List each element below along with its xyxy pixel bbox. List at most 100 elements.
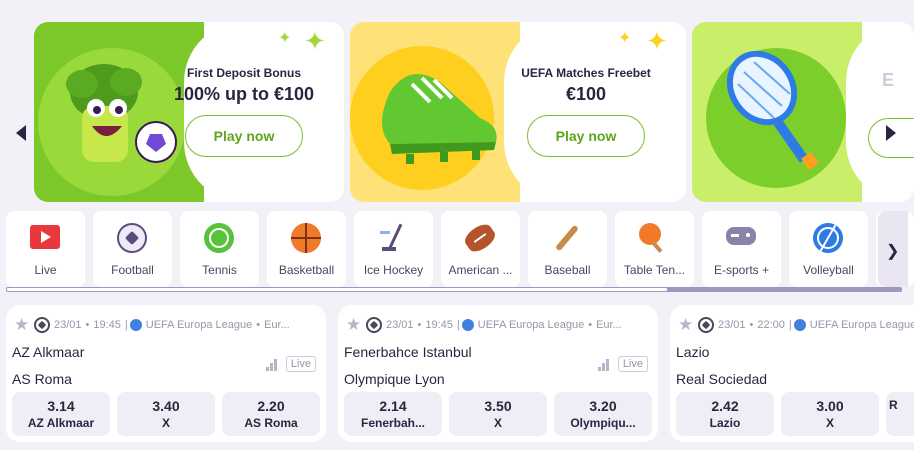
match-header: ★ 23/01 • 19:45 | UEFA Europa League • Eur...	[14, 315, 290, 335]
category-live[interactable]: Live	[6, 211, 85, 287]
odds-label: X	[161, 416, 170, 430]
match-header: ★ 23/01 • 19:45 | UEFA Europa League • Eur...	[346, 315, 622, 335]
football-boot-icon	[350, 22, 520, 202]
category-table-tennis[interactable]: Table Ten...	[615, 211, 694, 287]
match-card[interactable]: ★ 23/01 • 19:45 | UEFA Europa League • Eur... A…	[6, 305, 326, 442]
league-name: UEFA Europa League	[477, 319, 585, 331]
odds-value: 2.42	[711, 398, 739, 414]
odds-button-away[interactable]: 3.20 Olympiqu...	[554, 392, 652, 436]
category-label: Volleyball	[803, 263, 854, 277]
odds-value: 3.20	[589, 398, 617, 414]
odds-label: Olympiqu...	[570, 416, 636, 430]
odds-button-draw[interactable]: 3.00 X	[781, 392, 879, 436]
odds-label: X	[825, 416, 834, 430]
ice-hockey-stick-icon	[378, 223, 408, 253]
category-football[interactable]: Football	[93, 211, 172, 287]
category-label: E-sports +	[713, 263, 770, 277]
sparkle-icon: ✦	[618, 30, 632, 47]
category-scrollbar-thumb[interactable]	[6, 287, 668, 292]
away-team: AS Roma	[12, 371, 72, 387]
stats-icon[interactable]	[598, 359, 610, 371]
chevron-right-icon: ❯	[886, 243, 900, 260]
odds-button-draw[interactable]: 3.50 X	[449, 392, 547, 436]
category-baseball[interactable]: Baseball	[528, 211, 607, 287]
odds-label: Fenerbah...	[360, 416, 425, 430]
odds-button-away[interactable]: R	[886, 392, 914, 436]
match-cards: ★ 23/01 • 19:45 | UEFA Europa League • Eur... A…	[0, 305, 914, 445]
promo-title: E	[881, 70, 894, 90]
match-header: ★ 23/01 • 22:00 | UEFA Europa League	[678, 315, 914, 335]
live-play-icon	[30, 225, 60, 249]
sport-category-bar: Live Football Tennis Basketball Ice Hock…	[6, 211, 914, 289]
match-date: 23/01	[718, 319, 746, 331]
carousel-prev-icon[interactable]	[16, 125, 26, 141]
sparkle-icon: ✦	[278, 30, 292, 47]
category-label: Ice Hockey	[363, 263, 424, 277]
category-label: Tennis	[202, 263, 237, 277]
category-basketball[interactable]: Basketball	[267, 211, 346, 287]
play-now-button[interactable]: Play now	[527, 115, 645, 157]
category-label: American ...	[448, 263, 513, 277]
match-time: 22:00	[757, 319, 785, 331]
away-team: Olympique Lyon	[344, 371, 445, 387]
match-card[interactable]: ★ 23/01 • 22:00 | UEFA Europa League Lazio Re…	[670, 305, 914, 442]
carousel-next-icon[interactable]	[886, 125, 896, 141]
odds-label: R	[889, 398, 898, 412]
promo-card-tennis[interactable]: E	[692, 22, 914, 202]
home-team: Fenerbahce Istanbul	[344, 344, 472, 360]
gamepad-icon	[726, 227, 756, 245]
promo-card-uefa-freebet[interactable]: ✦ ✦ UEFA Matches Freebet €100 Play now	[350, 22, 686, 202]
globe-icon	[129, 319, 142, 331]
promo-title: First Deposit Bonus	[186, 66, 301, 80]
category-label: Basketball	[278, 263, 335, 277]
away-team: Real Sociedad	[676, 371, 768, 387]
match-date: 23/01	[386, 319, 414, 331]
sparkle-icon: ✦	[304, 26, 326, 56]
american-football-icon	[461, 220, 499, 256]
volleyball-icon	[813, 223, 843, 253]
league-name: UEFA Europa League	[809, 319, 914, 331]
odds-value: 3.50	[484, 398, 512, 414]
odds-label: X	[493, 416, 502, 430]
favorite-star-icon[interactable]: ★	[678, 315, 696, 335]
promo-carousel: ✦ ✦ First Deposit Bonus 100% up to €100 …	[0, 22, 914, 202]
league-extra: Eur...	[264, 319, 290, 331]
league-extra: Eur...	[596, 319, 622, 331]
football-icon	[698, 317, 714, 333]
globe-icon	[793, 319, 806, 331]
odds-button-home[interactable]: 2.42 Lazio	[676, 392, 774, 436]
category-volleyball[interactable]: Volleyball	[789, 211, 868, 287]
stats-icon[interactable]	[266, 359, 278, 371]
odds-value: 2.20	[257, 398, 285, 414]
match-card[interactable]: ★ 23/01 • 19:45 | UEFA Europa League • Eur... F…	[338, 305, 658, 442]
odds-button-draw[interactable]: 3.40 X	[117, 392, 215, 436]
odds-button-home[interactable]: 3.14 AZ Alkmaar	[12, 392, 110, 436]
category-label: Baseball	[544, 263, 591, 277]
live-badge: Live	[285, 356, 316, 372]
favorite-star-icon[interactable]: ★	[346, 315, 364, 335]
odds-button-away[interactable]: 2.20 AS Roma	[222, 392, 320, 436]
odds-button-home[interactable]: 2.14 Fenerbah...	[344, 392, 442, 436]
match-time: 19:45	[93, 319, 121, 331]
category-next-button[interactable]: ❯	[878, 211, 908, 287]
odds-value: 3.14	[47, 398, 75, 414]
table-tennis-icon	[639, 223, 663, 253]
home-team: AZ Alkmaar	[12, 344, 85, 360]
category-esports[interactable]: E-sports +	[702, 211, 781, 287]
tennis-ball-icon	[204, 223, 234, 253]
category-label: Table Ten...	[623, 263, 686, 277]
promo-amount: 100% up to €100	[173, 84, 315, 104]
play-now-button[interactable]: Play now	[185, 115, 303, 157]
home-team: Lazio	[676, 344, 710, 360]
category-american-football[interactable]: American ...	[441, 211, 520, 287]
football-icon	[117, 223, 147, 253]
category-ice-hockey[interactable]: Ice Hockey	[354, 211, 433, 287]
category-label: Live	[34, 263, 57, 277]
favorite-star-icon[interactable]: ★	[14, 315, 32, 335]
odds-value: 2.14	[379, 398, 407, 414]
match-time: 19:45	[425, 319, 453, 331]
promo-card-first-deposit[interactable]: ✦ ✦ First Deposit Bonus 100% up to €100 …	[34, 22, 344, 202]
category-tennis[interactable]: Tennis	[180, 211, 259, 287]
promo-title: UEFA Matches Freebet	[521, 66, 651, 80]
odds-label: Lazio	[709, 416, 741, 430]
